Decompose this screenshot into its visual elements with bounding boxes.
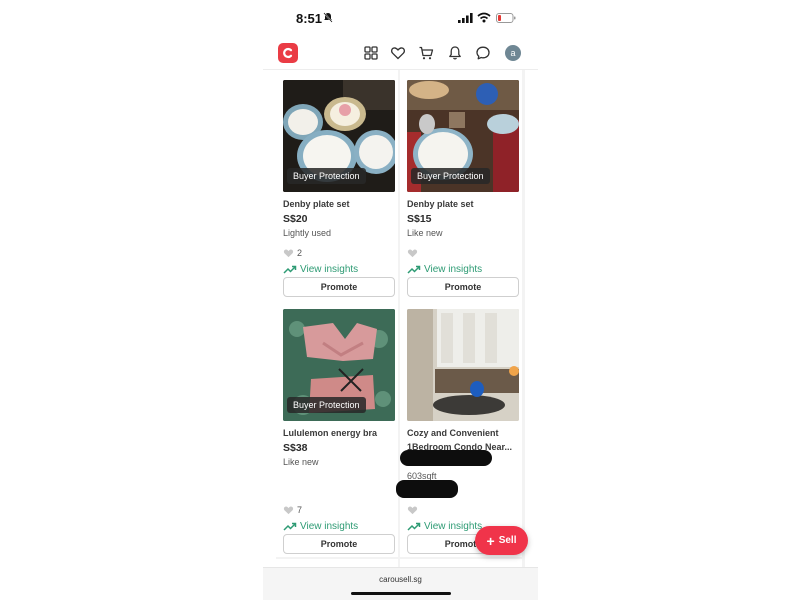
likes-row[interactable]: 7	[283, 505, 302, 515]
cart-icon[interactable]	[418, 45, 434, 61]
buyer-protection-badge: Buyer Protection	[287, 168, 366, 184]
listing-card[interactable]: Buyer Protection Denby plate set S$20 Li…	[276, 70, 398, 300]
trending-up-icon	[283, 265, 297, 274]
listing-title: Denby plate set	[283, 199, 350, 209]
redaction-mark	[396, 480, 458, 498]
listing-price: S$20	[283, 213, 308, 225]
listing-price: S$38	[283, 442, 308, 454]
categories-grid-icon[interactable]	[363, 45, 379, 61]
view-insights-label: View insights	[424, 521, 483, 532]
trending-up-icon	[407, 522, 421, 531]
view-insights-link[interactable]: View insights	[407, 521, 482, 532]
listing-price: S$15	[407, 213, 432, 225]
listing-title: Denby plate set	[407, 199, 474, 209]
plus-icon: +	[486, 532, 495, 549]
listings-grid: Buyer Protection Denby plate set S$20 Li…	[276, 70, 525, 570]
view-insights-label: View insights	[424, 264, 483, 275]
view-insights-link[interactable]: View insights	[283, 264, 358, 275]
app-header: a	[263, 36, 538, 70]
view-insights-label: View insights	[300, 521, 359, 532]
carousell-logo[interactable]	[278, 43, 298, 63]
trending-up-icon	[283, 522, 297, 531]
promote-button[interactable]: Promote	[283, 277, 395, 297]
phone-screen: 8:51 a Buyer Protection Denby plate set …	[263, 0, 538, 600]
likes-row[interactable]	[407, 505, 421, 515]
heart-filled-icon	[283, 506, 294, 515]
sell-label: Sell	[498, 535, 517, 546]
listing-card[interactable]: Buyer Protection Denby plate set S$15 Li…	[400, 70, 522, 300]
listing-title: Lululemon energy bra	[283, 428, 378, 438]
heart-filled-icon	[407, 249, 418, 258]
view-insights-label: View insights	[300, 264, 359, 275]
promote-button[interactable]: Promote	[407, 277, 519, 297]
heart-icon[interactable]	[390, 45, 406, 61]
battery-low-icon	[496, 13, 516, 23]
listing-condition: Like new	[407, 228, 443, 238]
view-insights-link[interactable]: View insights	[283, 521, 358, 532]
condo-room-photo-image	[407, 309, 519, 421]
listing-condition: Like new	[283, 457, 319, 467]
home-indicator[interactable]	[351, 592, 451, 595]
bell-muted-icon	[323, 12, 333, 23]
carousell-logo-icon	[283, 47, 293, 59]
listing-card[interactable]: Cozy and Convenient 1Bedroom Condo Near.…	[396, 299, 522, 557]
listing-title: Cozy and Convenient	[407, 428, 499, 438]
sell-button[interactable]: + Sell	[475, 526, 528, 555]
redaction-mark	[400, 450, 492, 466]
heart-filled-icon	[407, 506, 418, 515]
heart-filled-icon	[283, 249, 294, 258]
listing-condition: Lightly used	[283, 228, 332, 238]
wifi-icon	[477, 12, 491, 23]
likes-row[interactable]: 2	[283, 248, 302, 258]
buyer-protection-badge: Buyer Protection	[411, 168, 490, 184]
listing-photo[interactable]	[407, 309, 519, 421]
listing-photo[interactable]: Buyer Protection	[283, 80, 395, 192]
buyer-protection-badge: Buyer Protection	[287, 397, 366, 413]
notifications-bell-icon[interactable]	[447, 45, 463, 61]
status-bar: 8:51	[263, 0, 538, 36]
url-text: carousell.sg	[379, 575, 422, 584]
likes-count: 2	[297, 248, 303, 258]
chat-bubble-icon[interactable]	[475, 45, 491, 61]
browser-url-bar[interactable]: carousell.sg	[263, 567, 538, 600]
listing-photo[interactable]: Buyer Protection	[283, 309, 395, 421]
likes-count: 7	[297, 505, 303, 515]
cellular-signal-icon	[458, 13, 473, 23]
avatar[interactable]: a	[505, 45, 521, 61]
view-insights-link[interactable]: View insights	[407, 264, 482, 275]
trending-up-icon	[407, 265, 421, 274]
promote-button[interactable]: Promote	[283, 534, 395, 554]
listing-card[interactable]: Buyer Protection Lululemon energy bra S$…	[276, 299, 398, 557]
listing-photo[interactable]: Buyer Protection	[407, 80, 519, 192]
status-time: 8:51	[296, 11, 323, 26]
likes-row[interactable]	[407, 248, 421, 258]
avatar-letter: a	[510, 48, 516, 58]
